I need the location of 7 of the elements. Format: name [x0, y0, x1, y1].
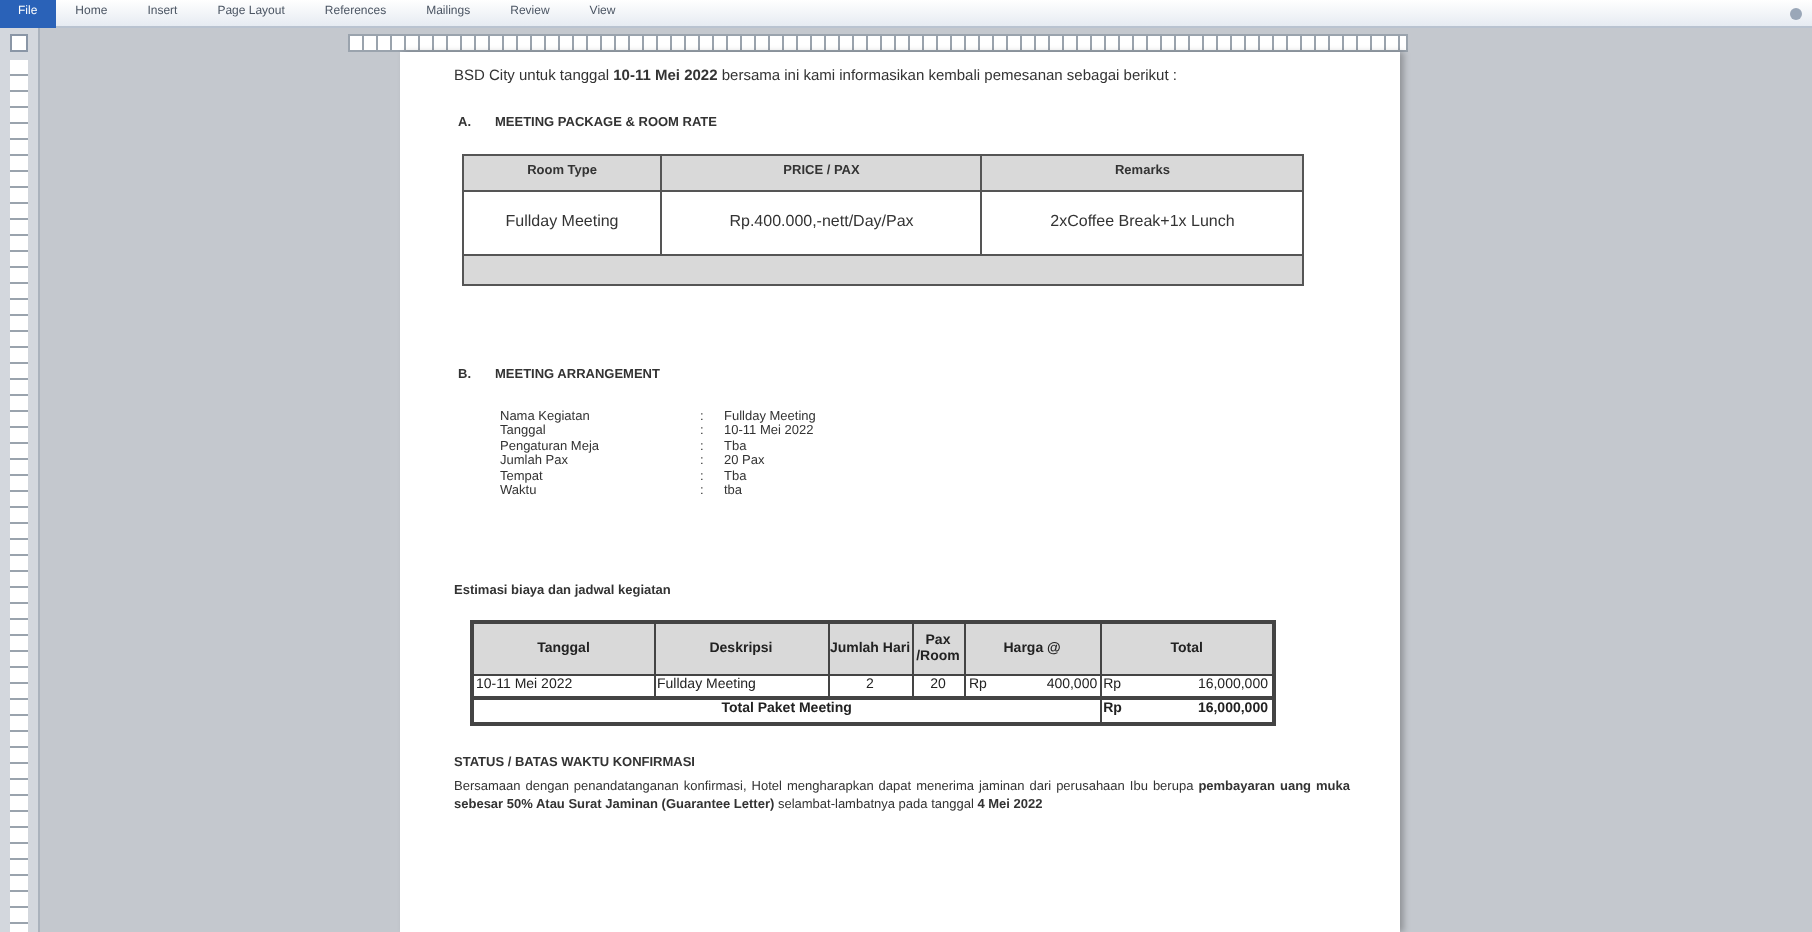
horizontal-ruler[interactable]: [348, 34, 1408, 52]
vertical-ruler[interactable]: [10, 60, 28, 932]
table-cell: Fullday Meeting: [463, 190, 662, 255]
tab-selector-icon[interactable]: [10, 34, 28, 52]
help-icon[interactable]: [1790, 7, 1802, 19]
table-cell: 2xCoffee Break+1x Lunch: [981, 190, 1303, 255]
table-cell: Rp.400.000,-nett/Day/Pax: [661, 190, 982, 255]
